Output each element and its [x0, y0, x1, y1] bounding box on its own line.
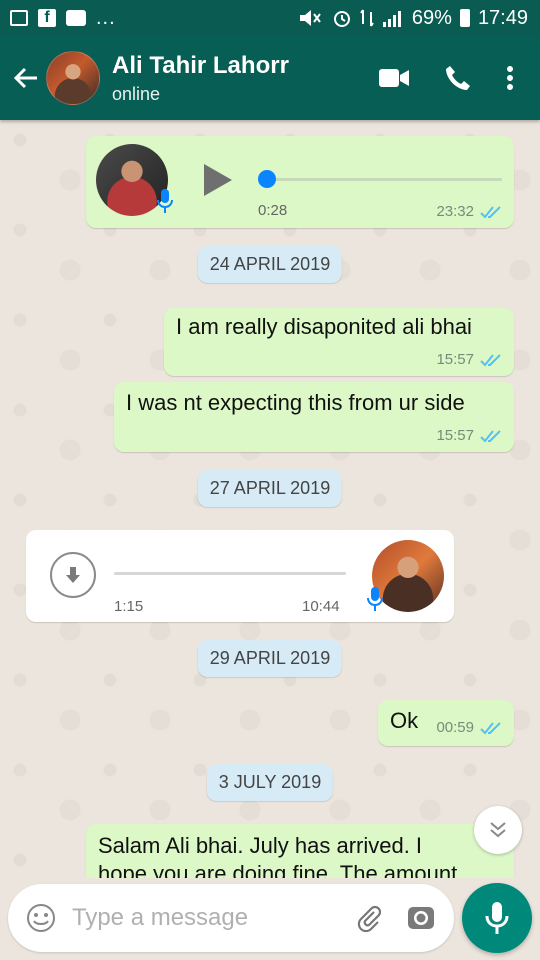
- mic-badge-icon: [157, 189, 173, 213]
- message-text: I was nt expecting this from ur side: [126, 390, 465, 415]
- message-outgoing[interactable]: Salam Ali bhai. July has arrived. I hope…: [86, 824, 514, 878]
- microphone-icon: [485, 902, 509, 934]
- alarm-icon: [333, 11, 350, 27]
- video-call-icon[interactable]: [378, 67, 410, 89]
- battery-percent: 69%: [411, 6, 452, 29]
- message-time: 00:59: [436, 719, 474, 736]
- message-time: 15:57: [436, 427, 474, 444]
- facebook-icon: f: [38, 9, 56, 27]
- message-time: 23:32: [436, 203, 474, 220]
- status-time: 17:49: [477, 6, 528, 29]
- gallery-icon: [10, 10, 28, 26]
- emoji-icon: [27, 904, 55, 932]
- message-outgoing[interactable]: Ok 00:59: [378, 700, 514, 746]
- voice-message-outgoing[interactable]: 0:28 23:32: [86, 136, 514, 228]
- more-notifications-icon: ...: [96, 6, 116, 29]
- read-ticks-icon: [480, 429, 501, 442]
- voice-duration: 0:28: [258, 202, 288, 219]
- composer-bar: [0, 878, 540, 960]
- voice-duration: 1:15: [114, 598, 144, 615]
- message-input-container: [8, 884, 454, 952]
- status-left-icons: f ...: [0, 7, 116, 30]
- back-arrow-icon: [13, 67, 37, 89]
- contact-status: online: [112, 83, 161, 104]
- read-ticks-icon: [480, 721, 501, 734]
- voice-progress-track[interactable]: [260, 178, 502, 181]
- mute-icon: [299, 10, 321, 26]
- voice-progress-track[interactable]: [114, 572, 346, 575]
- read-ticks-icon: [480, 205, 501, 218]
- double-chevron-down-icon: [490, 822, 506, 838]
- header-actions: [378, 64, 540, 92]
- message-input[interactable]: [70, 903, 324, 933]
- status-bar: f ... 69% 17:49: [0, 0, 540, 36]
- scroll-to-bottom-button[interactable]: [474, 806, 522, 854]
- attach-button[interactable]: [352, 901, 386, 935]
- date-divider: 3 JULY 2019: [206, 764, 334, 801]
- chat-area[interactable]: 0:28 23:32 24 APRIL 2019 I am really dis…: [0, 120, 540, 878]
- download-icon: [66, 567, 80, 583]
- back-button[interactable]: [6, 58, 46, 98]
- message-outgoing[interactable]: I am really disaponited ali bhai 15:57: [164, 308, 514, 376]
- message-text: Ok: [390, 708, 419, 733]
- contact-avatar[interactable]: [46, 51, 100, 105]
- paperclip-icon: [357, 905, 382, 933]
- message-outgoing[interactable]: I was nt expecting this from ur side 15:…: [114, 382, 514, 452]
- play-button[interactable]: [204, 164, 232, 196]
- message-text: I am really disaponited ali bhai: [176, 314, 472, 339]
- camera-icon: [408, 907, 434, 929]
- more-options-icon[interactable]: [506, 65, 514, 91]
- contact-info[interactable]: Ali Tahir Lahorr online: [112, 52, 289, 105]
- read-ticks-icon: [480, 353, 501, 366]
- signal-icon: [382, 11, 401, 27]
- message-meta: 15:57: [436, 427, 502, 444]
- camera-button[interactable]: [404, 901, 438, 935]
- data-icon: [360, 9, 374, 27]
- date-divider: 29 APRIL 2019: [197, 640, 343, 677]
- voice-message-incoming[interactable]: 1:15 10:44: [26, 530, 454, 622]
- message-meta: 15:57: [436, 351, 502, 368]
- date-divider: 24 APRIL 2019: [197, 246, 343, 283]
- chat-icon: [66, 10, 86, 26]
- message-text-line: Salam Ali bhai. July has arrived. I: [98, 833, 423, 858]
- mic-badge-icon: [367, 587, 383, 611]
- date-divider: 27 APRIL 2019: [197, 470, 343, 507]
- message-time: 15:57: [436, 351, 474, 368]
- voice-progress-knob[interactable]: [258, 170, 276, 188]
- download-button[interactable]: [50, 552, 96, 598]
- message-text-line: hope you are doing fine. The amount: [98, 861, 458, 878]
- emoji-button[interactable]: [24, 901, 58, 935]
- battery-icon: [459, 9, 470, 27]
- contact-name: Ali Tahir Lahorr: [112, 51, 289, 79]
- message-meta: 23:32: [436, 203, 502, 220]
- record-voice-button[interactable]: [462, 883, 532, 953]
- message-meta: 00:59: [436, 719, 502, 736]
- message-time: 10:44: [302, 598, 340, 615]
- status-right-icons: 69% 17:49: [298, 7, 540, 30]
- chat-header: Ali Tahir Lahorr online: [0, 36, 540, 120]
- voice-call-icon[interactable]: [444, 64, 472, 92]
